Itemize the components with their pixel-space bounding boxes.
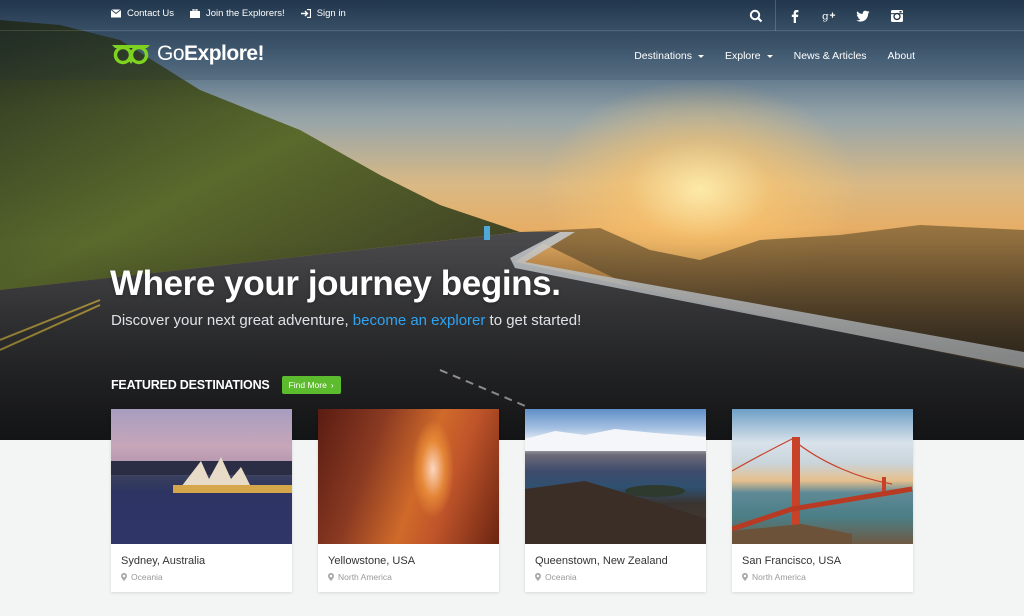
map-marker-icon (328, 573, 334, 581)
card-title: San Francisco, USA (742, 555, 842, 567)
search-icon (749, 9, 763, 22)
map-marker-icon (742, 573, 748, 581)
top-links: Contact Us Join the Explorers! Sign in (111, 8, 346, 19)
nav-item-news-label: News & Articles (793, 50, 867, 62)
sydney-opera-house-image (111, 409, 292, 544)
search-button[interactable] (739, 0, 773, 31)
card-region-label: North America (752, 572, 806, 582)
main-navbar: GoExplore! Destinations Explore News & A… (0, 32, 1024, 80)
hero-sub-after: to get started! (485, 312, 582, 329)
social-icons: g (739, 0, 914, 31)
caret-down-icon (766, 54, 773, 58)
queenstown-illustration (525, 429, 706, 544)
nav-item-destinations[interactable]: Destinations (634, 50, 704, 62)
sign-in-icon (300, 9, 311, 18)
sign-in-link[interactable]: Sign in (300, 8, 346, 19)
destination-card-queenstown[interactable]: Queenstown, New Zealand Oceania (525, 409, 706, 592)
destination-card-sydney[interactable]: Sydney, Australia Oceania (111, 409, 292, 592)
golden-gate-bridge-image (732, 409, 913, 544)
nav-menu: Destinations Explore News & Articles Abo… (634, 50, 915, 62)
chevron-right-icon: › (330, 380, 334, 390)
nav-item-explore[interactable]: Explore (725, 50, 773, 62)
card-title: Sydney, Australia (121, 555, 206, 567)
join-explorers-link[interactable]: Join the Explorers! (190, 8, 285, 19)
sign-in-label: Sign in (316, 8, 346, 19)
nav-item-about-label: About (887, 50, 915, 62)
instagram-icon (891, 9, 903, 22)
instagram-button[interactable] (880, 0, 914, 31)
card-region: Oceania (121, 572, 282, 582)
envelope-icon (111, 9, 121, 18)
card-title: Queenstown, New Zealand (535, 555, 668, 567)
brand-name-bold: Explore! (184, 42, 265, 65)
find-more-label: Find More (288, 380, 327, 390)
divider (775, 0, 776, 31)
nav-item-about[interactable]: About (888, 50, 915, 62)
brand-name-light: Go (157, 42, 185, 65)
golden-gate-illustration (732, 437, 913, 544)
destination-card-yellowstone[interactable]: Yellowstone, USA North America (318, 409, 499, 592)
card-region: North America (742, 572, 903, 582)
find-more-button[interactable]: Find More › (281, 376, 341, 394)
twitter-button[interactable] (846, 0, 880, 31)
logo[interactable]: GoExplore! (111, 42, 265, 66)
card-title: Yellowstone, USA (328, 555, 416, 567)
join-explorers-label: Join the Explorers! (206, 8, 285, 19)
map-marker-icon (121, 573, 127, 581)
card-region: North America (328, 572, 489, 582)
top-bar: Contact Us Join the Explorers! Sign in g (0, 0, 1024, 31)
owl-logo-icon (112, 45, 150, 65)
featured-title: FEATURED DESTINATIONS (111, 378, 270, 392)
card-region-label: Oceania (131, 572, 163, 582)
google-plus-button[interactable]: g (812, 0, 846, 31)
contact-us-link[interactable]: Contact Us (111, 8, 174, 19)
nav-item-explore-label: Explore (725, 50, 761, 62)
card-region-label: Oceania (545, 572, 577, 582)
hero-headline: Where your journey begins. (110, 264, 561, 303)
google-plus-icon: g (822, 10, 836, 22)
sydney-illustration (111, 457, 292, 544)
contact-us-label: Contact Us (127, 8, 174, 19)
briefcase-icon (190, 9, 200, 18)
twitter-icon (856, 10, 870, 22)
card-region-label: North America (338, 572, 392, 582)
destination-cards: Sydney, Australia Oceania Yellowstone, U… (111, 409, 913, 592)
hero-subline: Discover your next great adventure, beco… (111, 312, 581, 329)
queenstown-image (525, 409, 706, 544)
nav-item-news[interactable]: News & Articles (794, 50, 867, 62)
featured-header: FEATURED DESTINATIONS Find More › (111, 376, 341, 394)
svg-text:g: g (822, 10, 829, 22)
nav-item-destinations-label: Destinations (634, 50, 692, 62)
destination-card-san-francisco[interactable]: San Francisco, USA North America (732, 409, 913, 592)
card-region: Oceania (535, 572, 696, 582)
map-marker-icon (535, 573, 541, 581)
facebook-button[interactable] (778, 0, 812, 31)
caret-down-icon (698, 54, 704, 58)
hero-sub-before: Discover your next great adventure, (111, 312, 353, 329)
antelope-canyon-image (318, 409, 499, 544)
brand-name: GoExplore! (157, 42, 265, 66)
become-explorer-link[interactable]: become an explorer (353, 312, 486, 329)
facebook-icon (791, 9, 799, 23)
